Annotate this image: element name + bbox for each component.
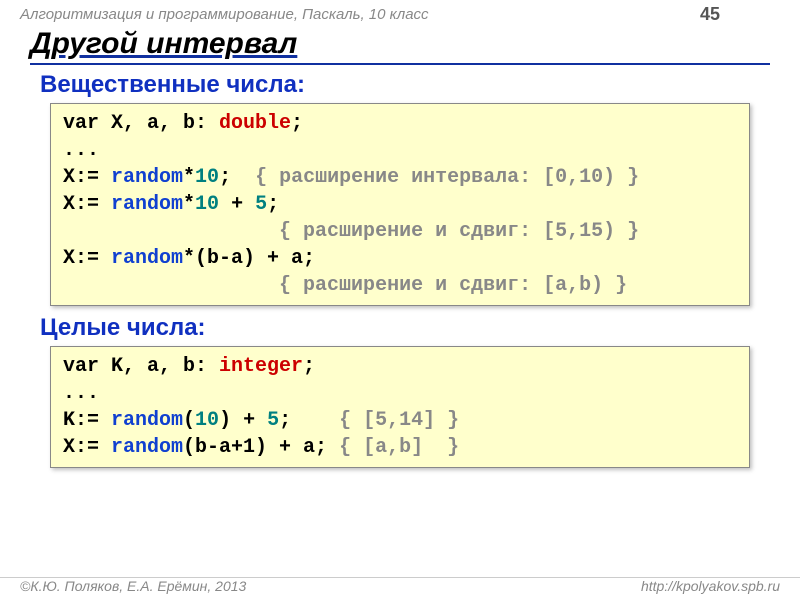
section-int-label: Целые числа: (40, 314, 760, 342)
code-text: ) + (219, 409, 267, 432)
code-type: double (219, 112, 291, 135)
slide-header: Алгоритмизация и программирование, Паска… (0, 0, 800, 27)
code-fn: random (111, 247, 183, 270)
page-number: 45 (700, 4, 780, 25)
code-num: 10 (195, 166, 219, 189)
code-text: * (183, 193, 195, 216)
code-text: X:= (63, 247, 111, 270)
code-text: ; (267, 193, 279, 216)
code-text: ; (303, 355, 315, 378)
code-real: var X, a, b: double; ... X:= random*10; … (50, 103, 750, 306)
code-comment: { [a,b] } (339, 436, 459, 459)
code-fn: random (111, 436, 183, 459)
code-text: ; (219, 166, 231, 189)
code-text: K:= (63, 409, 111, 432)
code-comment: { расширение и сдвиг: [a,b) } (279, 274, 627, 297)
code-text: X:= (63, 436, 111, 459)
code-fn: random (111, 166, 183, 189)
code-num: 5 (255, 193, 267, 216)
code-text: *(b-a) + a; (183, 247, 315, 270)
code-text: X:= (63, 166, 111, 189)
code-fn: random (111, 193, 183, 216)
code-num: 5 (267, 409, 279, 432)
code-text: ; (291, 112, 303, 135)
code-num: 10 (195, 409, 219, 432)
footer-url: http://kpolyakov.spb.ru (641, 578, 780, 594)
code-comment: { расширение интервала: [0,10) } (231, 166, 639, 189)
code-num: 10 (195, 193, 219, 216)
code-fn: random (111, 409, 183, 432)
code-pad (63, 274, 279, 297)
code-comment: { [5,14] } (339, 409, 459, 432)
code-text: ; (279, 409, 339, 432)
slide-title: Другой интервал (30, 27, 770, 65)
code-text: ... (63, 139, 99, 162)
code-text: ( (183, 409, 195, 432)
code-comment: { расширение и сдвиг: [5,15) } (279, 220, 639, 243)
code-text: ... (63, 382, 99, 405)
code-text: * (183, 166, 195, 189)
code-pad (63, 220, 279, 243)
code-text: + (219, 193, 255, 216)
code-text: var K, a, b: (63, 355, 219, 378)
code-text: var X, a, b: (63, 112, 219, 135)
slide-footer: ©К.Ю. Поляков, Е.А. Ерёмин, 2013 http://… (0, 577, 800, 594)
code-type: integer (219, 355, 303, 378)
code-text: X:= (63, 193, 111, 216)
footer-copyright: ©К.Ю. Поляков, Е.А. Ерёмин, 2013 (20, 578, 246, 594)
code-int: var K, a, b: integer; ... K:= random(10)… (50, 346, 750, 468)
code-text: (b-a+1) + a; (183, 436, 339, 459)
section-real-label: Вещественные числа: (40, 71, 760, 99)
course-name: Алгоритмизация и программирование, Паска… (20, 6, 429, 23)
